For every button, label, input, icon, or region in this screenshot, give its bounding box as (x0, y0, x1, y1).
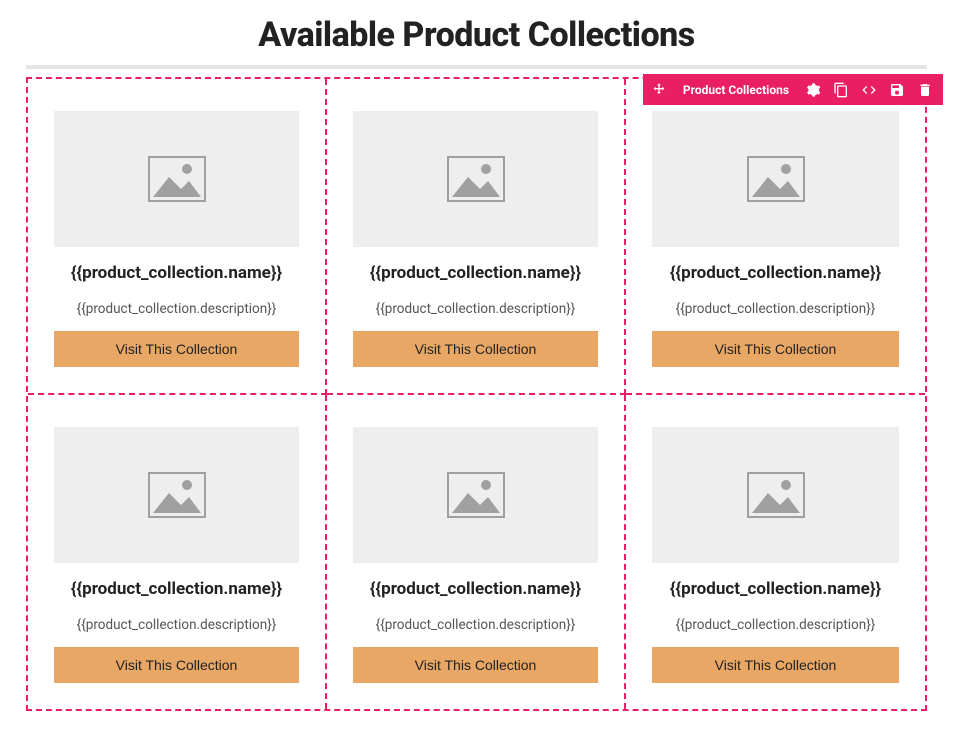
delete-icon[interactable] (915, 80, 935, 100)
collection-card: {{product_collection.name}} {{product_co… (327, 79, 626, 395)
card-description: {{product_collection.description}} (77, 617, 277, 633)
visit-collection-button[interactable]: Visit This Collection (54, 331, 299, 367)
card-description: {{product_collection.description}} (376, 301, 576, 317)
image-placeholder (652, 427, 899, 563)
image-placeholder (54, 111, 299, 247)
card-description: {{product_collection.description}} (376, 617, 576, 633)
card-description: {{product_collection.description}} (676, 617, 876, 633)
card-description: {{product_collection.description}} (77, 301, 277, 317)
visit-collection-button[interactable]: Visit This Collection (652, 331, 899, 367)
page-title: Available Product Collections (0, 0, 953, 65)
card-description: {{product_collection.description}} (676, 301, 876, 317)
card-title: {{product_collection.name}} (370, 579, 581, 599)
visit-collection-button[interactable]: Visit This Collection (353, 647, 598, 683)
save-icon[interactable] (887, 80, 907, 100)
module-toolbar: Product Collections (643, 74, 943, 105)
card-title: {{product_collection.name}} (71, 263, 282, 283)
divider (26, 65, 927, 69)
visit-collection-button[interactable]: Visit This Collection (652, 647, 899, 683)
visit-collection-button[interactable]: Visit This Collection (353, 331, 598, 367)
move-icon[interactable] (649, 80, 669, 100)
image-placeholder (353, 427, 598, 563)
gear-icon[interactable] (803, 80, 823, 100)
image-placeholder (652, 111, 899, 247)
card-title: {{product_collection.name}} (670, 263, 881, 283)
visit-collection-button[interactable]: Visit This Collection (54, 647, 299, 683)
image-placeholder (353, 111, 598, 247)
collection-card: {{product_collection.name}} {{product_co… (28, 395, 327, 709)
toolbar-label: Product Collections (677, 83, 795, 97)
image-placeholder (54, 427, 299, 563)
collection-card: {{product_collection.name}} {{product_co… (28, 79, 327, 395)
collection-card: {{product_collection.name}} {{product_co… (626, 79, 925, 395)
card-title: {{product_collection.name}} (71, 579, 282, 599)
card-title: {{product_collection.name}} (370, 263, 581, 283)
copy-icon[interactable] (831, 80, 851, 100)
collection-card: {{product_collection.name}} {{product_co… (626, 395, 925, 709)
code-icon[interactable] (859, 80, 879, 100)
card-title: {{product_collection.name}} (670, 579, 881, 599)
collections-grid: {{product_collection.name}} {{product_co… (26, 77, 927, 711)
collection-card: {{product_collection.name}} {{product_co… (327, 395, 626, 709)
